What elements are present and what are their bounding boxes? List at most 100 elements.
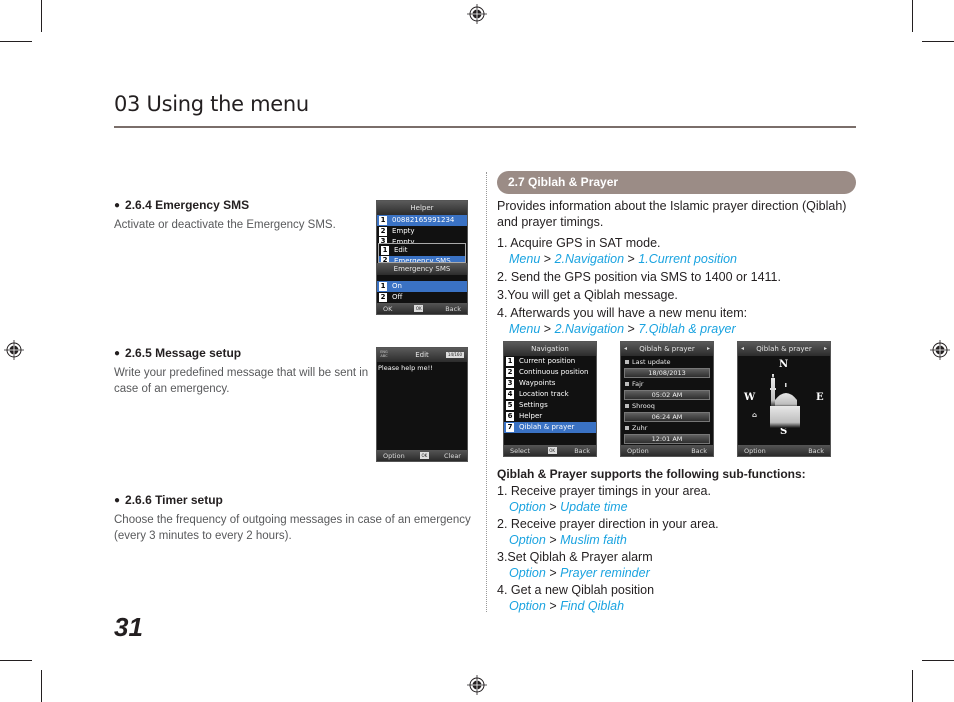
field-label: Shrooq	[621, 402, 713, 411]
compass-west: W	[744, 392, 756, 403]
popup-menu: 1 Edit 2 Emergency SMS	[378, 243, 466, 263]
intro-text: Provides information about the Islamic p…	[497, 199, 847, 229]
option-off: 2 Off	[379, 293, 403, 302]
steps-list: 1. Acquire GPS in SAT mode. Menu > 2.Nav…	[497, 235, 852, 337]
popup-item: 1 Edit	[381, 245, 408, 255]
menu-item: 2 Continuous position	[506, 368, 589, 377]
screen-title: ◂ Qiblah & prayer ▸	[738, 342, 830, 356]
screen-title: Helper	[377, 201, 467, 215]
ok-key-icon: OK	[414, 305, 424, 312]
mosque-icon	[766, 372, 806, 428]
screen-title: Navigation	[504, 342, 596, 356]
subfunctions-heading: Qiblah & Prayer supports the following s…	[497, 467, 806, 481]
registration-mark-icon	[930, 340, 950, 360]
registration-mark-icon	[467, 4, 487, 24]
menu-item-selected: 7 Qiblah & prayer	[504, 422, 596, 433]
arrow-right-icon: ▸	[823, 345, 827, 352]
submenu-title: Emergency SMS	[377, 263, 467, 275]
bullet-icon	[625, 382, 629, 386]
heading-text: 2.6.4 Emergency SMS	[125, 198, 250, 212]
subfunction: 3.Set Qiblah & Prayer alarm	[497, 550, 653, 564]
field-label: Fajr	[621, 380, 713, 389]
section-heading-qiblah: 2.7 Qiblah & Prayer	[497, 171, 856, 194]
menu-path: Menu > 2.Navigation > 7.Qiblah & prayer	[509, 322, 736, 336]
ok-key-icon: OK	[547, 447, 557, 454]
softkey-left: OK	[383, 304, 393, 313]
subfunction: 4. Get a new Qiblah position	[497, 583, 655, 597]
field-label: Last update	[621, 358, 713, 367]
registration-mark-icon	[467, 675, 487, 695]
step: 3.You will get a Qiblah message.	[497, 288, 678, 302]
menu-item: 3 Waypoints	[506, 379, 556, 388]
section-body: Write your predefined message that will …	[114, 367, 369, 395]
column-divider	[486, 172, 487, 612]
registration-mark-icon	[4, 340, 24, 360]
softkey-bar: Option Back	[621, 445, 713, 456]
step: 1. Acquire GPS in SAT mode.	[497, 236, 661, 250]
section-body: Activate or deactivate the Emergency SMS…	[114, 219, 336, 231]
bullet-icon	[625, 360, 629, 364]
option-on: 1 On	[377, 281, 467, 292]
screen-qiblah-compass: ◂ Qiblah & prayer ▸ N W E S ⌂ Option Bac…	[737, 341, 831, 457]
menu-item: 4 Location track	[506, 390, 569, 399]
softkey-bar: OK OK Back	[377, 303, 467, 314]
menu-path: Option > Muslim faith	[509, 533, 627, 547]
message-text: Please help me!!	[378, 364, 433, 372]
softkey-left: Option	[383, 451, 405, 460]
softkey-left: Option	[744, 446, 766, 455]
compass-east: E	[816, 392, 824, 403]
section-body: Choose the frequency of outgoing message…	[114, 514, 471, 542]
softkey-right: Back	[808, 446, 824, 455]
screen-title: ◂ Qiblah & prayer ▸	[621, 342, 713, 356]
crop-mark	[912, 0, 913, 32]
bullet-icon: ●	[114, 494, 121, 506]
subfunction: 2. Receive prayer direction in your area…	[497, 517, 719, 531]
qiblah-indicator-icon: ⌂	[752, 411, 758, 419]
softkey-bar: Option OK Clear	[377, 450, 467, 461]
crop-mark	[0, 660, 32, 661]
menu-item: 1 Current position	[506, 357, 576, 366]
step: 2. Send the GPS position via SMS to 1400…	[497, 270, 781, 284]
bullet-icon	[625, 426, 629, 430]
crop-mark	[922, 660, 954, 661]
crop-mark	[922, 41, 954, 42]
screen-prayer-times: ◂ Qiblah & prayer ▸ Last update 18/08/20…	[620, 341, 714, 457]
bullet-icon: ●	[114, 347, 121, 359]
softkey-right: Back	[445, 304, 461, 313]
field-label: Zuhr	[621, 424, 713, 433]
arrow-left-icon: ◂	[741, 345, 745, 352]
menu-item: 5 Settings	[506, 401, 548, 410]
menu-path: Option > Update time	[509, 500, 628, 514]
field-value: 06:24 AM	[624, 412, 710, 422]
menu-item: 1 00882165991234	[377, 215, 467, 226]
field-value: 05:02 AM	[624, 390, 710, 400]
input-mode-badge: ENG ABC	[380, 350, 388, 358]
crop-mark	[0, 41, 32, 42]
chapter-rule	[114, 126, 856, 128]
heading-text: 2.6.5 Message setup	[125, 346, 242, 360]
compass-north: N	[779, 359, 789, 370]
menu-path: Option > Find Qiblah	[509, 599, 625, 613]
page-number: 31	[114, 612, 143, 642]
softkey-right: Clear	[443, 451, 461, 460]
screen-title: ENG ABC Edit 14/160	[377, 348, 467, 362]
step: 4. Afterwards you will have a new menu i…	[497, 306, 748, 320]
heading-text: 2.6.6 Timer setup	[125, 493, 223, 507]
menu-path: Menu > 2.Navigation > 1.Current position	[509, 252, 738, 266]
subfunctions-list: 1. Receive prayer timings in your area. …	[497, 483, 852, 614]
crop-mark	[41, 0, 42, 32]
ok-key-icon: OK	[419, 452, 429, 459]
softkey-right: Back	[574, 446, 590, 455]
section-heading: ● 2.6.6 Timer setup	[114, 493, 474, 507]
field-value: 12:01 AM	[624, 434, 710, 444]
char-counter: 14/160	[445, 352, 464, 358]
screen-navigation: Navigation 1 Current position 2 Continuous…	[503, 341, 597, 457]
menu-item: 2 Empty	[379, 227, 415, 236]
field-value: 18/08/2013	[624, 368, 710, 378]
softkey-left: Select	[510, 446, 531, 455]
softkey-left: Option	[627, 446, 649, 455]
crop-mark	[41, 670, 42, 702]
menu-item: 6 Helper	[506, 412, 543, 421]
menu-path: Option > Prayer reminder	[509, 566, 650, 580]
crop-mark	[912, 670, 913, 702]
